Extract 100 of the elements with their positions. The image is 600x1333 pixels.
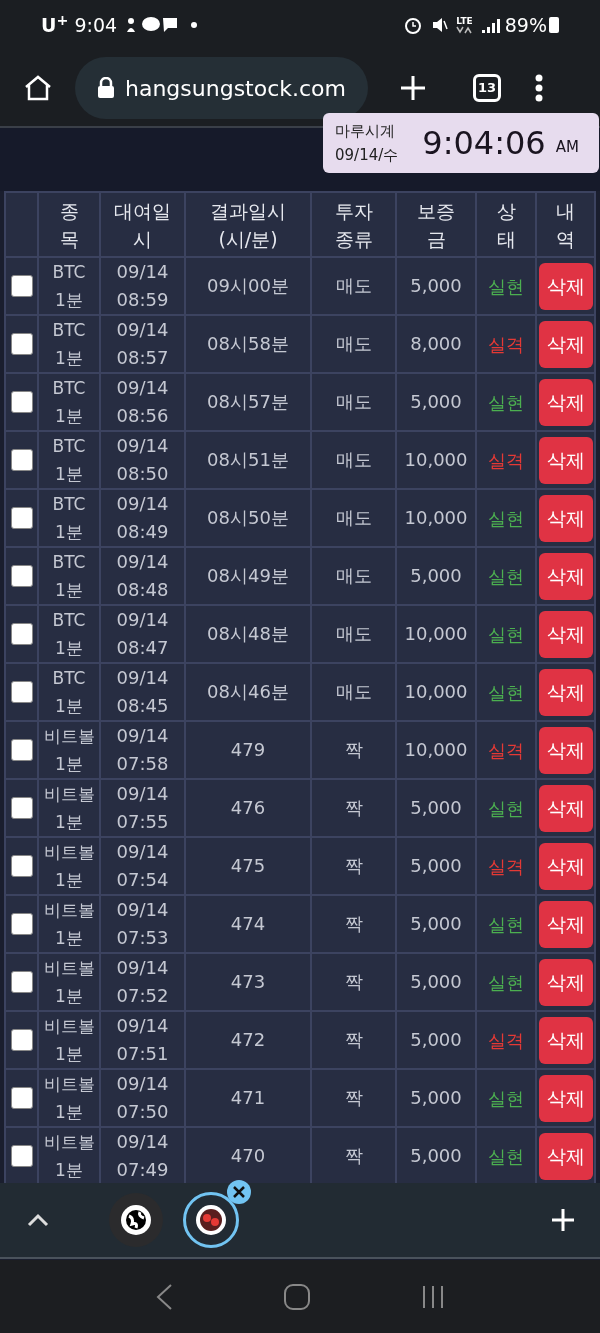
- table-cell: 5,000: [397, 838, 475, 894]
- table-cell: 5,000: [397, 780, 475, 836]
- table-cell: 08시48분: [186, 606, 310, 662]
- table-cell: 짝: [312, 954, 395, 1010]
- delete-button[interactable]: 삭제: [538, 262, 593, 310]
- carrier-label: U$^{+}$: [41, 10, 69, 38]
- table-cell: 09/14 08:49: [101, 490, 184, 546]
- table-cell: 비트볼 1분: [39, 838, 99, 894]
- table-cell: 10,000: [397, 722, 475, 778]
- column-header: 보증 금: [397, 193, 475, 256]
- table-cell: 10,000: [397, 606, 475, 662]
- status-text: 실현: [488, 680, 524, 705]
- table-cell: 5,000: [397, 1128, 475, 1184]
- column-header: 결과일시 (시/분): [186, 193, 310, 256]
- delete-button[interactable]: 삭제: [538, 1132, 593, 1180]
- table-cell: 비트볼 1분: [39, 1012, 99, 1068]
- table-cell: 짝: [312, 1070, 395, 1126]
- column-header: 상 태: [477, 193, 535, 256]
- delete-button[interactable]: 삭제: [538, 494, 593, 542]
- status-text: 실격: [488, 448, 524, 473]
- delete-button[interactable]: 삭제: [538, 1074, 593, 1122]
- table-cell: 08시49분: [186, 548, 310, 604]
- status-text: 실현: [488, 564, 524, 589]
- delete-button[interactable]: 삭제: [538, 610, 593, 658]
- table-cell: 08시58분: [186, 316, 310, 372]
- status-text: 실현: [488, 390, 524, 415]
- table-cell: 470: [186, 1128, 310, 1184]
- table-cell: 09/14 07:51: [101, 1012, 184, 1068]
- delete-button[interactable]: 삭제: [538, 784, 593, 832]
- delete-button[interactable]: 삭제: [538, 378, 593, 426]
- table-cell: 473: [186, 954, 310, 1010]
- table-cell: 5,000: [397, 258, 475, 314]
- table-cell: 09/14 08:47: [101, 606, 184, 662]
- table-cell: 짝: [312, 896, 395, 952]
- table-cell: 매도: [312, 490, 395, 546]
- delete-button[interactable]: 삭제: [538, 958, 593, 1006]
- table-cell: 479: [186, 722, 310, 778]
- tab-count-button[interactable]: 13: [473, 74, 501, 102]
- column-header: 내 역: [537, 193, 594, 256]
- status-text: 실격: [488, 854, 524, 879]
- table-cell: 08시51분: [186, 432, 310, 488]
- status-text: 실현: [488, 622, 524, 647]
- table-cell: 매도: [312, 606, 395, 662]
- table-cell: BTC 1분: [39, 606, 99, 662]
- table-cell: 매도: [312, 548, 395, 604]
- table-cell: 비트볼 1분: [39, 780, 99, 836]
- delete-button[interactable]: 삭제: [538, 1016, 593, 1064]
- status-time: 9:04: [74, 12, 118, 38]
- table-cell: 5,000: [397, 954, 475, 1010]
- table-cell: BTC 1분: [39, 258, 99, 314]
- url-text: hangsungstock.com: [125, 74, 346, 103]
- table-cell: BTC 1분: [39, 490, 99, 546]
- status-text: 실격: [488, 1028, 524, 1053]
- clock-time: 9:04:06: [422, 123, 546, 164]
- table-cell: 09/14 08:50: [101, 432, 184, 488]
- delete-button[interactable]: 삭제: [538, 842, 593, 890]
- table-cell: 09/14 07:53: [101, 896, 184, 952]
- delete-button[interactable]: 삭제: [538, 668, 593, 716]
- delete-button[interactable]: 삭제: [538, 726, 593, 774]
- table-cell: 09/14 07:54: [101, 838, 184, 894]
- status-text: 실현: [488, 274, 524, 299]
- table-cell: 5,000: [397, 1070, 475, 1126]
- delete-button[interactable]: 삭제: [538, 552, 593, 600]
- status-text: 실격: [488, 738, 524, 763]
- table-cell: 09/14 07:50: [101, 1070, 184, 1126]
- table-cell: 짝: [312, 838, 395, 894]
- table-cell: 475: [186, 838, 310, 894]
- status-text: 실현: [488, 1086, 524, 1111]
- table-cell: 비트볼 1분: [39, 722, 99, 778]
- table-cell: 08시57분: [186, 374, 310, 430]
- address-bar[interactable]: hangsungstock.com: [75, 57, 368, 119]
- clock-date: 09/14/수: [335, 145, 399, 166]
- table-cell: 짝: [312, 780, 395, 836]
- table-cell: 짝: [312, 1128, 395, 1184]
- table-cell: 09/14 07:49: [101, 1128, 184, 1184]
- table-cell: 08시50분: [186, 490, 310, 546]
- table-cell: BTC 1분: [39, 316, 99, 372]
- delete-button[interactable]: 삭제: [538, 900, 593, 948]
- table-cell: 매도: [312, 374, 395, 430]
- status-text: 실현: [488, 796, 524, 821]
- table-cell: BTC 1분: [39, 374, 99, 430]
- table-cell: 매도: [312, 432, 395, 488]
- table-cell: 5,000: [397, 548, 475, 604]
- table-cell: 09시00분: [186, 258, 310, 314]
- table-cell: 짝: [312, 722, 395, 778]
- table-cell: 10,000: [397, 664, 475, 720]
- table-cell: 10,000: [397, 490, 475, 546]
- table-cell: 5,000: [397, 1012, 475, 1068]
- table-cell: 비트볼 1분: [39, 1128, 99, 1184]
- status-text: 실현: [488, 1144, 524, 1169]
- delete-button[interactable]: 삭제: [538, 320, 593, 368]
- status-text: 실현: [488, 912, 524, 937]
- column-header: 대여일 시: [101, 193, 184, 256]
- table-cell: 비트볼 1분: [39, 896, 99, 952]
- table-cell: BTC 1분: [39, 548, 99, 604]
- table-cell: 476: [186, 780, 310, 836]
- delete-button[interactable]: 삭제: [538, 436, 593, 484]
- table-cell: 08시46분: [186, 664, 310, 720]
- status-text: 실현: [488, 506, 524, 531]
- status-text: 실현: [488, 970, 524, 995]
